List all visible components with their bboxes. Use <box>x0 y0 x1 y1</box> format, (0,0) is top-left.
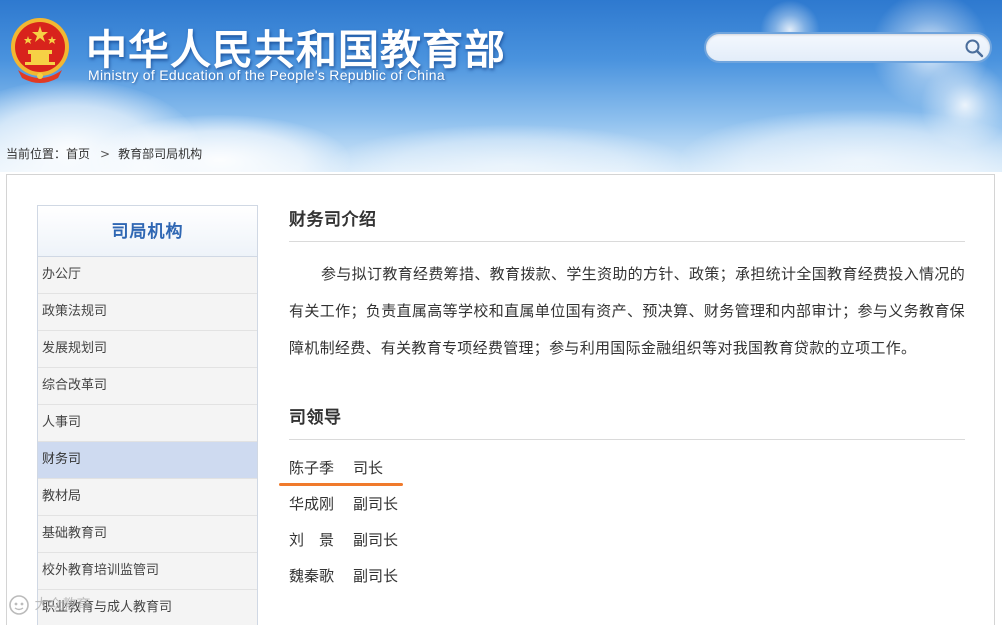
leader-list: 陈子季 司长 华成刚 副司长 刘 景副司长 魏秦歌 副司长 <box>279 456 965 600</box>
sidebar: 司局机构 办公厅 政策法规司 发展规划司 综合改革司 人事司 财务司 教材局 基… <box>37 205 258 625</box>
leader-name[interactable]: 陈子季 <box>289 456 353 480</box>
watermark-text: 大众教育 <box>34 597 91 613</box>
main-container: 司局机构 办公厅 政策法规司 发展规划司 综合改革司 人事司 财务司 教材局 基… <box>6 174 995 625</box>
search-icon[interactable] <box>964 38 984 58</box>
sidebar-item-general-office[interactable]: 办公厅 <box>38 257 257 294</box>
sidebar-item-off-campus-training[interactable]: 校外教育培训监管司 <box>38 553 257 590</box>
watermark-logo-icon <box>9 595 29 615</box>
highlight-underline <box>279 483 403 486</box>
sidebar-title: 司局机构 <box>38 206 257 257</box>
dandelion-decoration <box>920 60 1002 150</box>
search-box <box>704 32 992 63</box>
sidebar-item-policy-regulations[interactable]: 政策法规司 <box>38 294 257 331</box>
sidebar-item-textbooks[interactable]: 教材局 <box>38 479 257 516</box>
national-emblem-icon <box>11 18 69 83</box>
sidebar-item-comprehensive-reform[interactable]: 综合改革司 <box>38 368 257 405</box>
sidebar-item-basic-education[interactable]: 基础教育司 <box>38 516 257 553</box>
leaders-section-title: 司领导 <box>289 403 965 440</box>
intro-section-title: 财务司介绍 <box>289 205 965 242</box>
sidebar-item-development-planning[interactable]: 发展规划司 <box>38 331 257 368</box>
site-header: 中华人民共和国教育部 Ministry of Education of the … <box>0 0 1002 172</box>
content-area: 财务司介绍 参与拟订教育经费筹措、教育拨款、学生资助的方针、政策；承担统计全国教… <box>279 205 965 600</box>
search-input[interactable] <box>720 38 960 58</box>
site-subtitle: Ministry of Education of the People's Re… <box>88 67 445 83</box>
leader-role: 副司长 <box>353 495 399 513</box>
sidebar-item-finance[interactable]: 财务司 <box>38 442 257 479</box>
breadcrumb-current[interactable]: 教育部司局机构 <box>118 147 202 161</box>
cloud-decoration <box>330 125 690 172</box>
leader-name[interactable]: 华成刚 <box>289 492 353 516</box>
leader-row: 华成刚 副司长 <box>289 492 965 528</box>
breadcrumb-separator: > <box>100 146 111 161</box>
leader-role: 司长 <box>353 459 384 477</box>
leader-role: 副司长 <box>353 531 399 549</box>
intro-text: 参与拟订教育经费筹措、教育拨款、学生资助的方针、政策；承担统计全国教育经费投入情… <box>289 265 965 357</box>
leader-name[interactable]: 刘 景 <box>289 528 353 552</box>
leader-name[interactable]: 魏秦歌 <box>289 564 353 588</box>
leader-row: 刘 景副司长 <box>289 528 965 564</box>
leader-row: 魏秦歌 副司长 <box>289 564 965 600</box>
leader-row: 陈子季 司长 <box>279 456 965 492</box>
sidebar-item-personnel[interactable]: 人事司 <box>38 405 257 442</box>
leader-role: 副司长 <box>353 567 399 585</box>
watermark: 大众教育 <box>8 594 90 616</box>
breadcrumb-prefix: 当前位置： <box>6 147 67 161</box>
breadcrumb-home-link[interactable]: 首页 <box>66 147 90 161</box>
breadcrumb: 当前位置：首页 > 教育部司局机构 <box>6 145 202 162</box>
